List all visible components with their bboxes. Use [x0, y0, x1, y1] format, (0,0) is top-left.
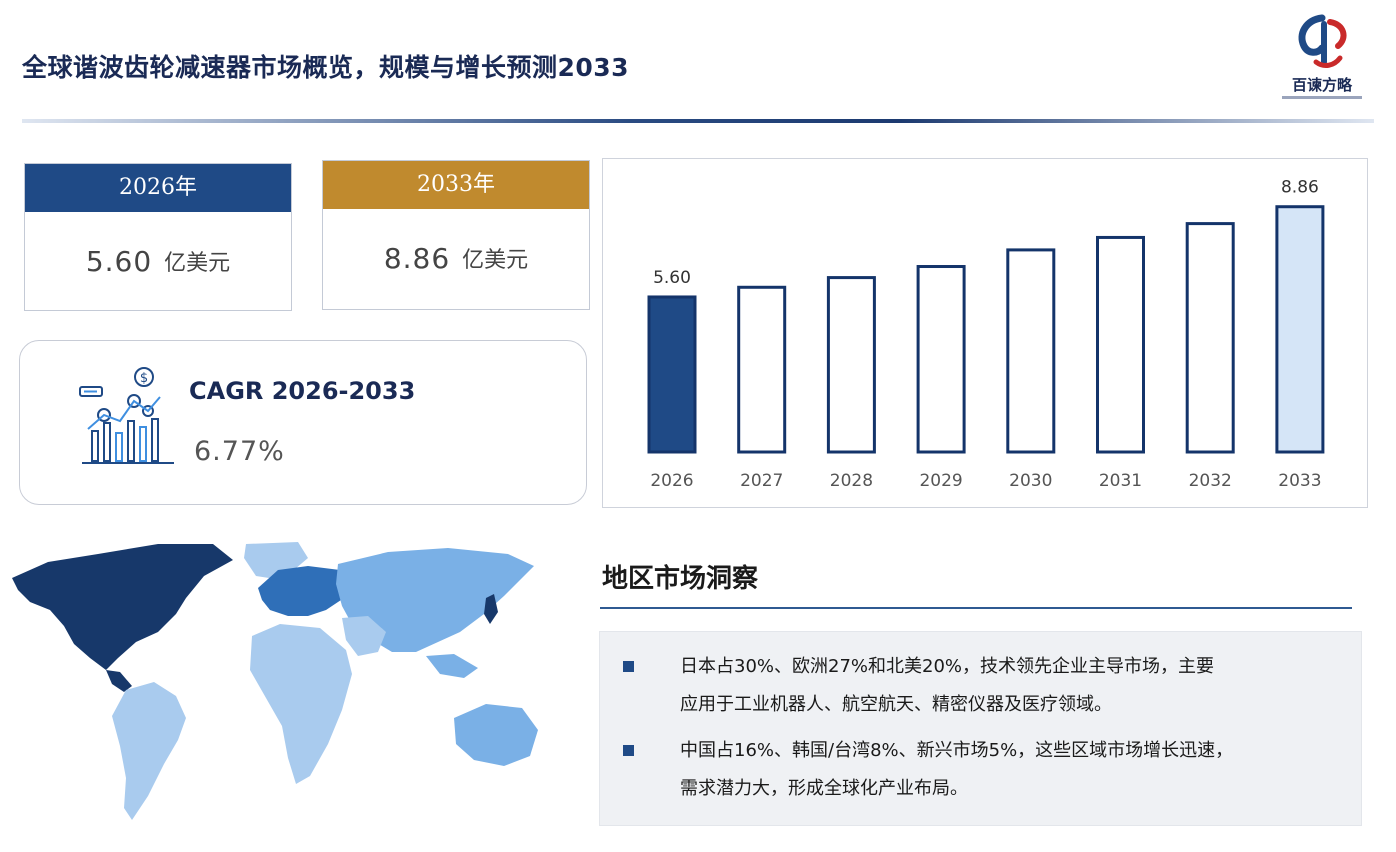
x-tick-label: 2032 — [1189, 471, 1232, 491]
insight-line: 需求潜力大，形成全球化产业布局。 — [680, 778, 968, 799]
x-tick-label: 2027 — [740, 471, 783, 491]
x-tick-label: 2031 — [1099, 471, 1142, 491]
region-insight-panel: 日本占30%、欧洲27%和北美20%，技术领先企业主导市场，主要 应用于工业机器… — [599, 631, 1362, 826]
kpi-unit: 亿美元 — [164, 251, 231, 276]
bar-2033 — [1275, 205, 1325, 454]
brand-mark-icon — [1298, 14, 1347, 68]
insight-item: 日本占30%、欧洲27%和北美20%，技术领先企业主导市场，主要 应用于工业机器… — [680, 648, 1330, 724]
x-tick-label: 2033 — [1278, 471, 1321, 491]
kpi-value: 5.60 — [85, 244, 153, 278]
market-size-bar-chart: 2026 5.60 2027 2028 2029 2030 2031 2032 2033 8.86 — [602, 158, 1368, 508]
bar-2030 — [1006, 248, 1056, 454]
kpi-year: 2033年 — [323, 161, 589, 209]
title-divider — [22, 119, 1374, 123]
region-title-divider — [600, 607, 1352, 609]
cagr-label: CAGR 2026-2033 — [189, 377, 416, 405]
brand-logo: 百谏方略 — [1276, 14, 1368, 104]
page-title: 全球谐波齿轮减速器市场概览，规模与增长预测2033 — [22, 53, 630, 82]
insight-line: 应用于工业机器人、航空航天、精密仪器及医疗领域。 — [680, 694, 1112, 715]
kpi-unit: 亿美元 — [462, 248, 529, 273]
logo-tagline-bar — [1282, 96, 1362, 99]
x-tick-label: 2028 — [830, 471, 873, 491]
svg-text:$: $ — [140, 371, 148, 386]
region-insight-title: 地区市场洞察 — [602, 564, 759, 594]
insight-line: 中国占16%、韩国/台湾8%、新兴市场5%，这些区域市场增长迅速， — [680, 740, 1234, 761]
bar-2032 — [1185, 222, 1235, 454]
bar-2029 — [916, 265, 966, 454]
continent-africa — [250, 624, 352, 784]
cagr-card: $ CAGR 2026-2033 6.77% — [19, 340, 587, 505]
insight-item: 中国占16%、韩国/台湾8%、新兴市场5%，这些区域市场增长迅速， 需求潜力大，… — [680, 732, 1330, 808]
kpi-year: 2026年 — [25, 164, 291, 212]
world-map — [12, 542, 538, 820]
cagr-value: 6.77% — [194, 436, 285, 467]
kpi-card-2026: 2026年 5.60 亿美元 — [24, 163, 292, 311]
data-label: 8.86 — [1281, 178, 1319, 198]
chart-dollar-icon: $ — [79, 367, 174, 464]
bullet-marker — [623, 745, 634, 756]
kpi-card-2033: 2033年 8.86 亿美元 — [322, 160, 590, 310]
x-tick-label: 2029 — [919, 471, 962, 491]
bar-2027 — [737, 285, 787, 454]
logo-text: 百谏方略 — [1291, 76, 1352, 94]
continent-north-america — [12, 544, 233, 692]
bar-chart-svg: 2026 5.60 2027 2028 2029 2030 2031 2032 2033 8.86 — [647, 178, 1325, 491]
continent-south-america — [112, 682, 186, 820]
x-tick-label: 2030 — [1009, 471, 1052, 491]
continent-australia — [454, 704, 538, 766]
kpi-value: 8.86 — [383, 241, 451, 275]
bar-2028 — [826, 276, 876, 454]
x-tick-label: 2026 — [650, 471, 693, 491]
data-label: 5.60 — [653, 268, 691, 288]
bar-2026 — [647, 295, 697, 454]
region-southeast-asia — [426, 654, 478, 678]
bullet-marker — [623, 661, 634, 672]
bar-2031 — [1096, 235, 1145, 454]
insight-line: 日本占30%、欧洲27%和北美20%，技术领先企业主导市场，主要 — [680, 656, 1215, 677]
